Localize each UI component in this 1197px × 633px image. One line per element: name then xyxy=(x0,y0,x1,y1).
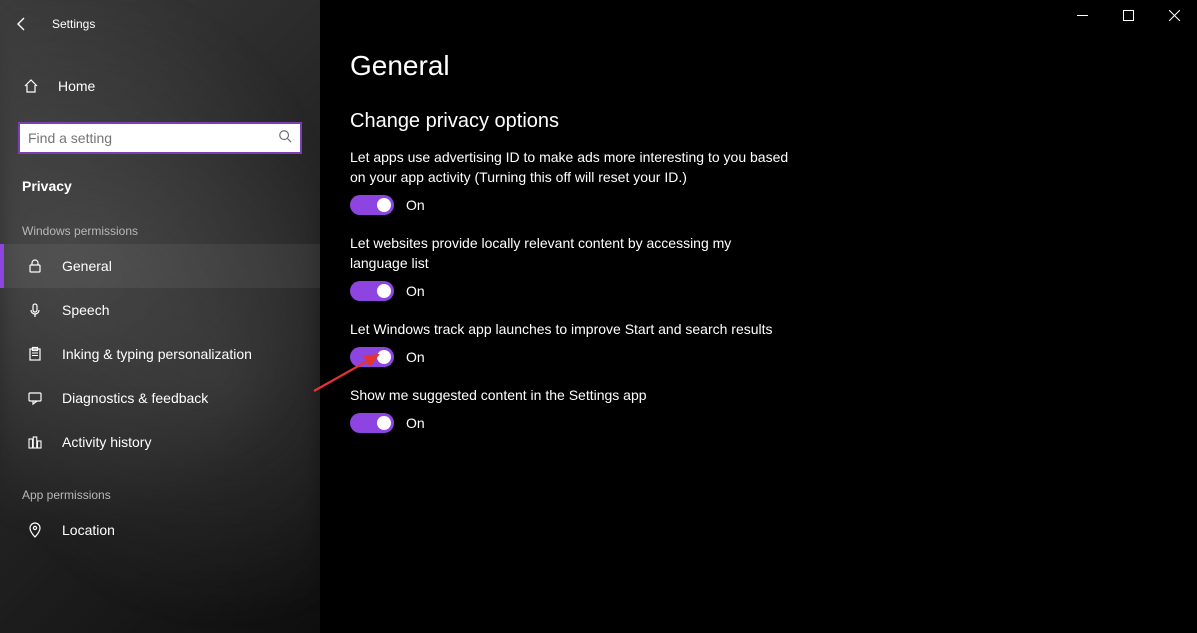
window-title: Settings xyxy=(52,17,95,31)
setting-locale: Let websites provide locally relevant co… xyxy=(350,233,890,301)
setting-ad-id: Let apps use advertising ID to make ads … xyxy=(350,147,890,215)
group-windows-permissions: Windows permissions xyxy=(0,200,320,244)
setting-locale-label: Let websites provide locally relevant co… xyxy=(350,233,790,273)
section-title: Privacy xyxy=(0,162,320,200)
toggle-track-state: On xyxy=(406,349,425,365)
close-button[interactable] xyxy=(1151,0,1197,30)
nav-general[interactable]: General xyxy=(0,244,320,288)
nav-diagnostics[interactable]: Diagnostics & feedback xyxy=(0,376,320,420)
toggle-locale[interactable] xyxy=(350,281,394,301)
clipboard-icon xyxy=(26,345,44,363)
main: General Change privacy options Let apps … xyxy=(320,0,1197,633)
home-label: Home xyxy=(58,78,95,94)
nav-speech[interactable]: Speech xyxy=(0,288,320,332)
toggle-suggest[interactable] xyxy=(350,413,394,433)
nav-speech-label: Speech xyxy=(62,302,109,318)
toggle-locale-state: On xyxy=(406,283,425,299)
nav-activity-label: Activity history xyxy=(62,434,151,450)
sidebar: Settings Home Privacy Windows permission… xyxy=(0,0,320,633)
toggle-ad-id-state: On xyxy=(406,197,425,213)
setting-track: Let Windows track app launches to improv… xyxy=(350,319,890,367)
maximize-button[interactable] xyxy=(1105,0,1151,30)
home-nav[interactable]: Home xyxy=(0,64,320,108)
location-icon xyxy=(26,521,44,539)
back-arrow-icon xyxy=(14,16,30,32)
search-input[interactable] xyxy=(28,130,278,146)
setting-track-label: Let Windows track app launches to improv… xyxy=(350,319,790,339)
lock-icon xyxy=(26,257,44,275)
toggle-suggest-state: On xyxy=(406,415,425,431)
toggle-track[interactable] xyxy=(350,347,394,367)
close-icon xyxy=(1169,10,1180,21)
nav-general-label: General xyxy=(62,258,112,274)
back-button[interactable] xyxy=(14,16,30,32)
setting-suggest-label: Show me suggested content in the Setting… xyxy=(350,385,790,405)
titlebar: Settings xyxy=(0,8,320,40)
speech-icon xyxy=(26,301,44,319)
nav-location-label: Location xyxy=(62,522,115,538)
feedback-icon xyxy=(26,389,44,407)
nav-inking[interactable]: Inking & typing personalization xyxy=(0,332,320,376)
nav-activity[interactable]: Activity history xyxy=(0,420,320,464)
page-title: General xyxy=(350,50,890,82)
section-heading: Change privacy options xyxy=(350,110,890,133)
nav-inking-label: Inking & typing personalization xyxy=(62,346,252,362)
home-icon xyxy=(22,77,40,95)
content-column: General Change privacy options Let apps … xyxy=(350,18,890,633)
minimize-button[interactable] xyxy=(1059,0,1105,30)
nav-location[interactable]: Location xyxy=(0,508,320,552)
setting-suggest: Show me suggested content in the Setting… xyxy=(350,385,890,433)
group-app-permissions: App permissions xyxy=(0,464,320,508)
maximize-icon xyxy=(1123,10,1134,21)
history-icon xyxy=(26,433,44,451)
window-controls xyxy=(1059,0,1197,30)
toggle-ad-id[interactable] xyxy=(350,195,394,215)
minimize-icon xyxy=(1077,10,1088,21)
setting-ad-id-label: Let apps use advertising ID to make ads … xyxy=(350,147,790,187)
nav-diagnostics-label: Diagnostics & feedback xyxy=(62,390,208,406)
search-box[interactable] xyxy=(18,122,302,154)
search-icon xyxy=(278,129,292,148)
